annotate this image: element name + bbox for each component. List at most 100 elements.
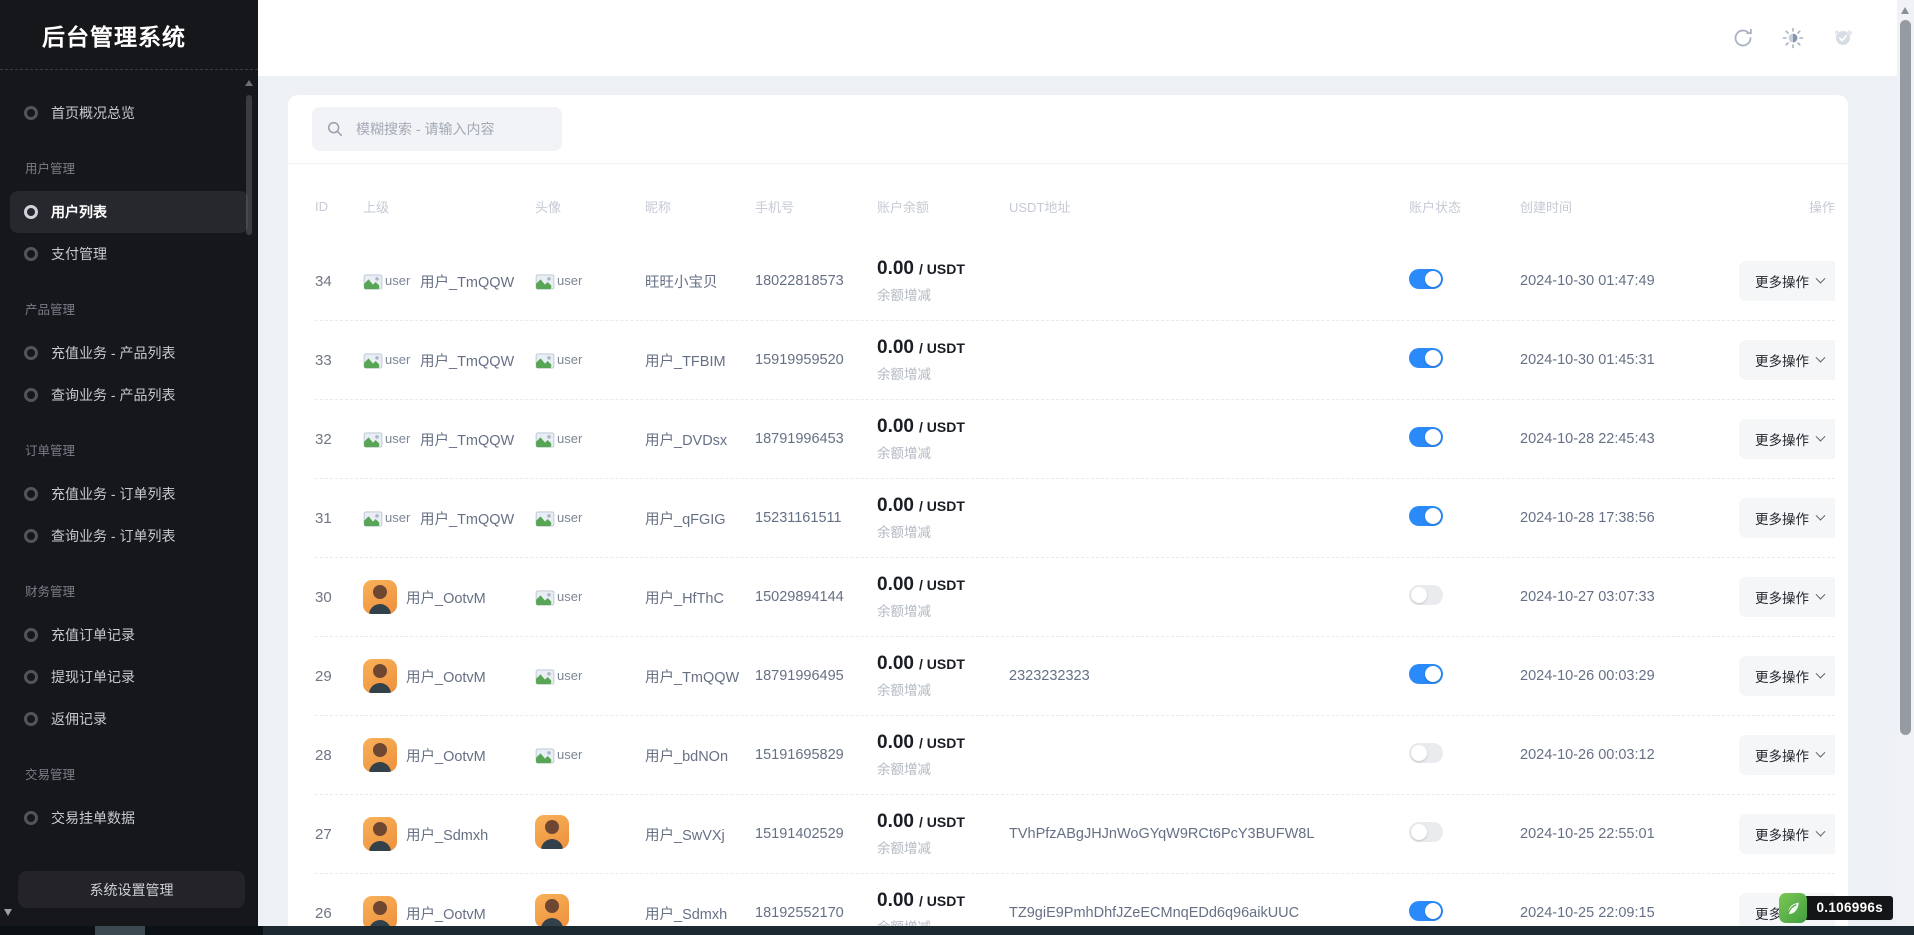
cell-actions: 更多操作 [1739,498,1835,538]
cell-parent: user 用户_OotvM [363,896,535,930]
chevron-down-icon [1816,510,1826,520]
parent-avatar [363,738,397,772]
cell-nickname: 用户_qFGIG [645,508,755,529]
cell-parent: user 用户_Sdmxh [363,817,535,851]
cell-parent: user 用户_OotvM [363,659,535,693]
balance-adjust-link[interactable]: 余额增减 [877,679,931,699]
window-scrollbar[interactable] [1897,0,1914,926]
sidebar-scroll-up-arrow[interactable] [245,80,253,86]
balance-adjust-link[interactable]: 余额增减 [877,442,931,462]
cell-id: 31 [315,510,363,527]
status-toggle[interactable] [1409,664,1443,684]
scroll-down-arrow[interactable] [4,909,12,916]
cell-status [1409,427,1520,451]
sidebar: 后台管理系统 首页概况总览 用户管理 用户列表 支付管理 产品管理 充值业务 -… [0,0,258,935]
status-toggle[interactable] [1409,585,1443,605]
search-input[interactable] [312,107,562,151]
status-toggle[interactable] [1409,269,1443,289]
chevron-down-icon [1816,352,1826,362]
broken-image-icon: user [535,589,583,606]
cell-created: 2024-10-30 01:45:31 [1520,352,1739,368]
cell-balance: 0.00/ USDT 余额增减 [877,733,1009,778]
status-toggle[interactable] [1409,743,1443,763]
more-actions-button[interactable]: 更多操作 [1739,419,1835,459]
more-actions-button[interactable]: 更多操作 [1739,735,1835,775]
cell-id: 26 [315,905,363,922]
balance-adjust-link[interactable]: 余额增减 [877,363,931,383]
cell-avatar: user [535,815,645,853]
search-section [288,95,1848,164]
table-row: 27 user 用户_Sdmxh user 用户_SwVXj 151914025… [315,795,1835,874]
cell-nickname: 用户_bdNOn [645,745,755,766]
cell-phone: 18192552170 [755,905,877,921]
status-toggle[interactable] [1409,348,1443,368]
cell-avatar: user [535,747,645,764]
cell-actions: 更多操作 [1739,735,1835,775]
status-toggle[interactable] [1409,822,1443,842]
status-toggle[interactable] [1409,427,1443,447]
cell-actions: 更多操作 [1739,419,1835,459]
sidebar-item-recharge-orders[interactable]: 充值业务 - 订单列表 [10,473,248,515]
parent-avatar [363,580,397,614]
sidebar-item-recharge-records[interactable]: 充值订单记录 [10,614,248,656]
balance-adjust-link[interactable]: 余额增减 [877,758,931,778]
cell-created: 2024-10-28 22:45:43 [1520,431,1739,447]
more-actions-button[interactable]: 更多操作 [1739,261,1835,301]
system-settings-button[interactable]: 系统设置管理 [18,871,245,908]
sidebar-item-user-list[interactable]: 用户列表 [10,191,248,233]
scroll-up-arrow[interactable] [1901,7,1909,14]
circle-icon [24,529,38,543]
cell-status [1409,822,1520,846]
sidebar-scrollbar-thumb[interactable] [246,95,252,235]
sidebar-item-payment[interactable]: 支付管理 [10,233,248,275]
sidebar-item-rebate-records[interactable]: 返佣记录 [10,698,248,740]
balance-adjust-link[interactable]: 余额增减 [877,837,931,857]
chevron-down-icon [1816,589,1826,599]
cell-nickname: 用户_TFBIM [645,350,755,371]
cell-id: 29 [315,668,363,685]
sidebar-item-query-products[interactable]: 查询业务 - 产品列表 [10,374,248,416]
sidebar-item-dashboard[interactable]: 首页概况总览 [10,92,248,134]
circle-icon [24,670,38,684]
broken-image-icon: user [535,668,583,685]
cell-nickname: 用户_Sdmxh [645,903,755,924]
cell-avatar: user [535,352,645,369]
cell-status [1409,901,1520,925]
broken-image-icon: user [535,352,583,369]
circle-icon [24,346,38,360]
cell-avatar: user [535,668,645,685]
cell-phone: 18791996495 [755,668,877,684]
cell-created: 2024-10-30 01:47:49 [1520,273,1739,289]
balance-adjust-link[interactable]: 余额增减 [877,600,931,620]
cell-id: 27 [315,826,363,843]
cell-id: 33 [315,352,363,369]
more-actions-button[interactable]: 更多操作 [1739,656,1835,696]
scrollbar-thumb[interactable] [1900,20,1911,735]
verified-icon[interactable] [1831,26,1855,50]
table-row: 30 user 用户_OotvM user 用户_HfThC 150298941… [315,558,1835,637]
balance-adjust-link[interactable]: 余额增减 [877,284,931,304]
more-actions-button[interactable]: 更多操作 [1739,577,1835,617]
load-time-value: 0.106996s [1804,896,1893,920]
more-actions-button[interactable]: 更多操作 [1739,814,1835,854]
table-row: 28 user 用户_OotvM user 用户_bdNOn 151916958… [315,716,1835,795]
sidebar-item-recharge-products[interactable]: 充值业务 - 产品列表 [10,332,248,374]
broken-image-icon: user [535,747,583,764]
sidebar-item-trade-orders[interactable]: 交易挂单数据 [10,797,248,839]
cell-phone: 15919959520 [755,352,877,368]
refresh-icon[interactable] [1731,26,1755,50]
section-label: 产品管理 [25,301,258,319]
sidebar-item-query-orders[interactable]: 查询业务 - 订单列表 [10,515,248,557]
sidebar-item-withdraw-records[interactable]: 提现订单记录 [10,656,248,698]
more-actions-button[interactable]: 更多操作 [1739,340,1835,380]
content-card: ID 上级 头像 昵称 手机号 账户余额 USDT地址 账户状态 创建时间 操作… [288,95,1848,935]
cell-actions: 更多操作 [1739,261,1835,301]
balance-adjust-link[interactable]: 余额增减 [877,521,931,541]
status-toggle[interactable] [1409,901,1443,921]
more-actions-button[interactable]: 更多操作 [1739,498,1835,538]
theme-toggle-icon[interactable] [1781,26,1805,50]
table-row: 32 user 用户_TmQQW user 用户_DVDsx 187919964… [315,400,1835,479]
status-toggle[interactable] [1409,506,1443,526]
cell-actions: 更多操作 [1739,340,1835,380]
cell-balance: 0.00/ USDT 余额增减 [877,338,1009,383]
